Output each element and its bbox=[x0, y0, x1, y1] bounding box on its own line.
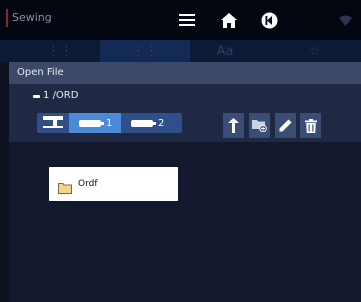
device-selector: 1 2 bbox=[37, 113, 182, 133]
folder-up-button[interactable] bbox=[223, 113, 244, 138]
category-tabs: ⋮⋮ ⋮⋮ Aa ☆ bbox=[0, 40, 361, 62]
delete-button[interactable] bbox=[300, 113, 321, 138]
folder-item[interactable]: Ordf bbox=[49, 167, 178, 201]
star-icon: ☆ bbox=[309, 43, 321, 59]
wifi-icon bbox=[335, 10, 355, 30]
delete-icon bbox=[304, 118, 317, 133]
usb-1-button[interactable]: 1 bbox=[69, 113, 121, 133]
machine-memory-button[interactable] bbox=[37, 113, 69, 133]
dialog-header: Open File bbox=[9, 62, 361, 84]
rename-icon bbox=[279, 119, 292, 132]
menu-icon[interactable] bbox=[176, 10, 198, 30]
device-indicator bbox=[33, 95, 40, 98]
current-path: 1 /ORD bbox=[43, 90, 79, 101]
home-icon[interactable] bbox=[218, 10, 240, 30]
folder-name: Ordf bbox=[78, 179, 98, 189]
text-tab-label: Aa bbox=[216, 43, 234, 59]
embroidery-icon: ⋮⋮ bbox=[132, 43, 158, 59]
path-bar: 1 /ORD bbox=[9, 84, 361, 108]
new-folder-icon bbox=[252, 120, 267, 132]
tab-stitch[interactable]: ⋮⋮ bbox=[30, 40, 90, 62]
accent-bar bbox=[6, 9, 8, 27]
app-title: Sewing bbox=[12, 11, 52, 24]
usb-2-button[interactable]: 2 bbox=[121, 113, 173, 133]
top-bar: Sewing bbox=[0, 0, 361, 40]
rename-button[interactable] bbox=[275, 113, 296, 138]
back-icon[interactable] bbox=[258, 10, 280, 30]
screen: { "header": { "title": "Sewing", "icons"… bbox=[0, 0, 361, 302]
usb-icon bbox=[131, 119, 156, 127]
tab-favorites[interactable]: ☆ bbox=[290, 40, 340, 62]
folder-icon bbox=[58, 179, 72, 194]
file-list bbox=[9, 142, 361, 302]
usb-2-label: 2 bbox=[158, 117, 165, 129]
folder-up-icon bbox=[228, 118, 239, 133]
machine-icon bbox=[42, 115, 64, 131]
tab-embroidery[interactable]: ⋮⋮ bbox=[100, 40, 190, 62]
usb-1-label: 1 bbox=[106, 117, 113, 129]
usb-icon bbox=[79, 119, 104, 127]
stitch-icon: ⋮⋮ bbox=[47, 43, 73, 59]
tab-text[interactable]: Aa bbox=[195, 40, 255, 62]
dialog-title: Open File bbox=[17, 67, 64, 78]
new-folder-button[interactable] bbox=[249, 113, 270, 138]
